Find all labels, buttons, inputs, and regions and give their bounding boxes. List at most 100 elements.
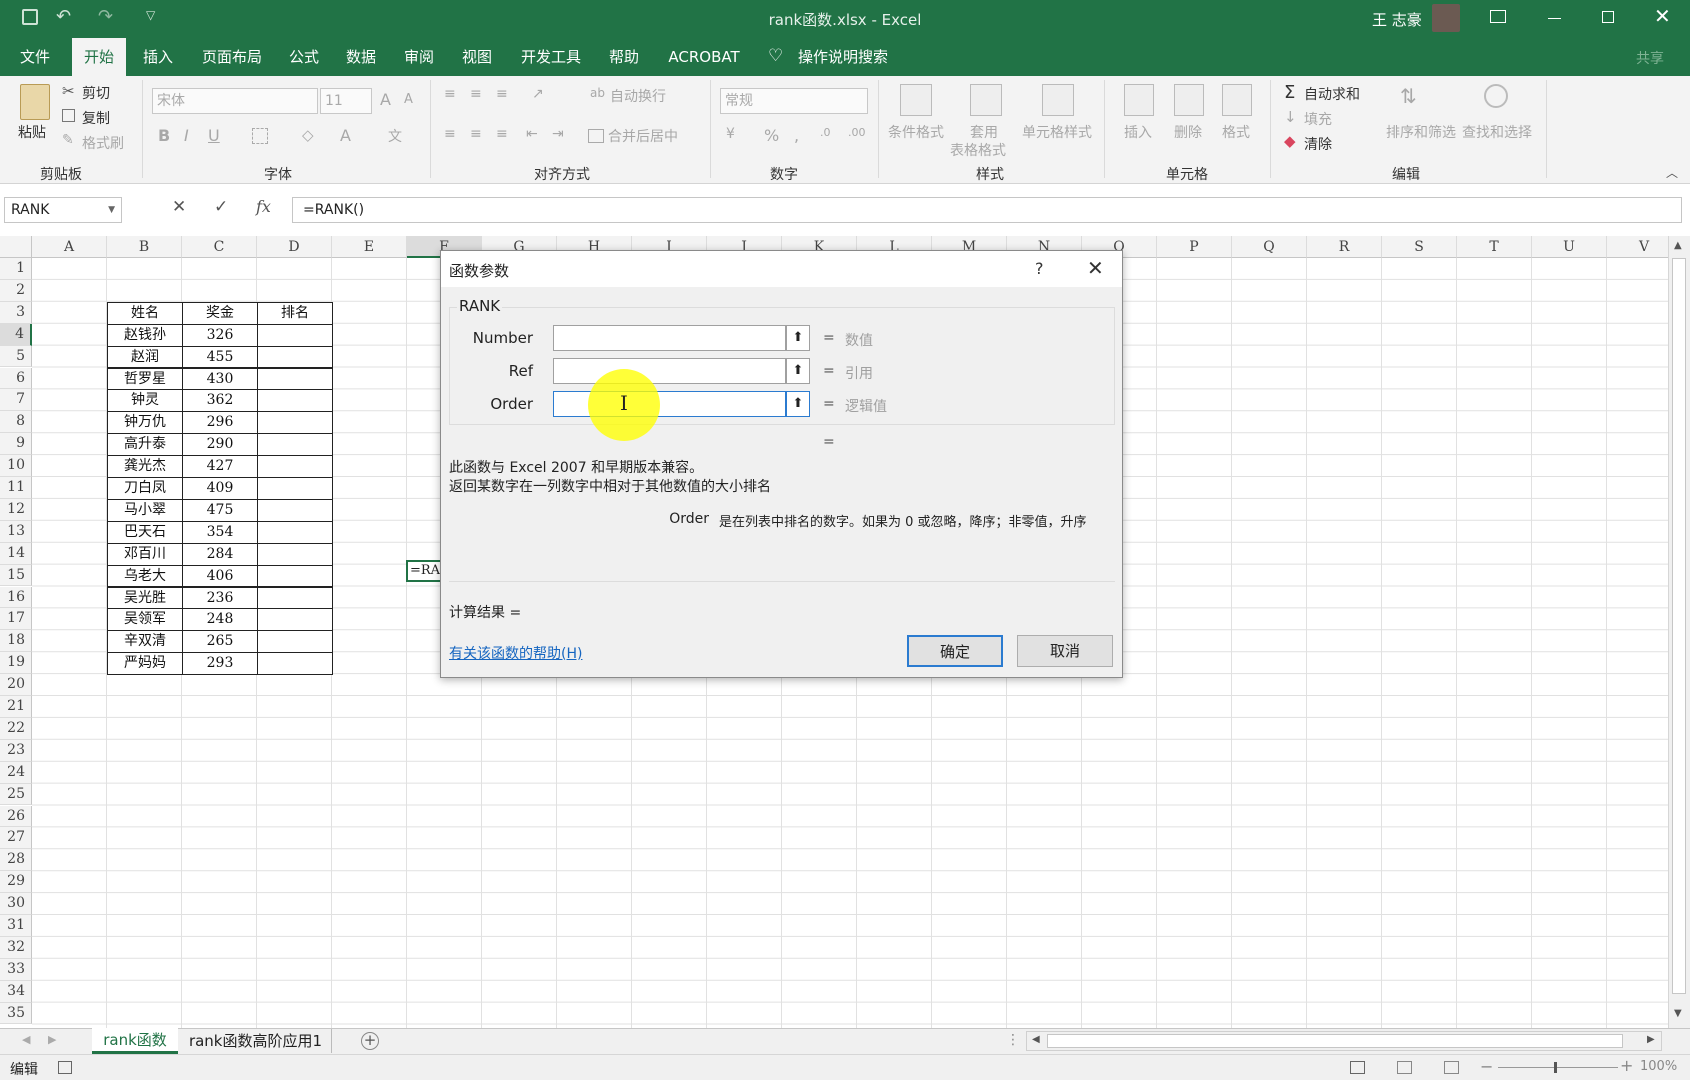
dialog-help-button[interactable]: ? (1035, 259, 1044, 278)
row-header-33[interactable]: 33 (0, 958, 32, 981)
name-cell[interactable]: 龚光杰 (107, 455, 183, 478)
conditional-format-icon[interactable] (900, 84, 932, 116)
cancel-button[interactable]: 取消 (1017, 635, 1113, 667)
row-header-17[interactable]: 17 (0, 608, 32, 631)
tab-page-layout[interactable]: 页面布局 (196, 38, 268, 76)
table-header-cell[interactable]: 奖金 (182, 301, 258, 325)
row-header-19[interactable]: 19 (0, 652, 32, 675)
wrap-text-icon[interactable]: ab (590, 86, 605, 100)
rank-cell[interactable] (257, 389, 333, 413)
column-header-s[interactable]: S (1382, 236, 1457, 258)
rank-cell[interactable] (257, 345, 333, 369)
tab-help[interactable]: 帮助 (602, 38, 646, 76)
bonus-cell[interactable]: 296 (182, 411, 258, 435)
next-sheet-icon[interactable]: ▶ (48, 1033, 56, 1046)
column-header-q[interactable]: Q (1232, 236, 1307, 258)
close-icon[interactable]: ✕ (1654, 4, 1671, 28)
row-header-31[interactable]: 31 (0, 915, 32, 937)
grow-font-icon[interactable]: A (380, 90, 391, 109)
decrease-decimal-icon[interactable]: .00 (848, 126, 866, 139)
tab-developer[interactable]: 开发工具 (514, 38, 588, 76)
currency-icon[interactable]: ¥ (726, 126, 735, 142)
bold-icon[interactable]: B (158, 126, 170, 145)
format-cells-button[interactable]: 格式 (1222, 122, 1250, 142)
bonus-cell[interactable]: 406 (182, 564, 258, 588)
rank-cell[interactable] (257, 630, 333, 654)
bonus-cell[interactable]: 284 (182, 542, 258, 566)
page-layout-view-icon[interactable] (1397, 1061, 1412, 1074)
scroll-thumb[interactable] (1672, 258, 1686, 994)
copy-icon[interactable] (62, 109, 75, 122)
bonus-cell[interactable]: 248 (182, 608, 258, 632)
scroll-up-icon[interactable]: ▲ (1674, 240, 1682, 251)
save-icon[interactable] (22, 9, 38, 25)
font-size-dropdown[interactable]: 11 (320, 88, 372, 114)
find-select-button[interactable]: 查找和选择 (1462, 122, 1532, 142)
tell-me-search[interactable]: 操作说明搜索 (796, 38, 890, 76)
tab-review[interactable]: 审阅 (398, 38, 440, 76)
column-header-p[interactable]: P (1157, 236, 1232, 258)
vertical-scrollbar[interactable]: ▲ ▼ (1668, 236, 1690, 1028)
cell-styles-icon[interactable] (1042, 84, 1074, 116)
cell-styles-button[interactable]: 单元格样式 (1022, 122, 1092, 142)
bonus-cell[interactable]: 326 (182, 323, 258, 347)
customize-qat-icon[interactable]: ▽ (146, 8, 155, 22)
hscroll-thumb[interactable] (1047, 1034, 1623, 1048)
bonus-cell[interactable]: 430 (182, 367, 258, 391)
merge-center-button[interactable]: 合并后居中 (608, 126, 678, 146)
zoom-level[interactable]: 100% (1640, 1059, 1677, 1074)
column-header-b[interactable]: B (107, 236, 182, 258)
rank-cell[interactable] (257, 498, 333, 522)
increase-indent-icon[interactable]: ⇥ (552, 126, 564, 142)
name-cell[interactable]: 严妈妈 (107, 652, 183, 676)
decrease-indent-icon[interactable]: ⇤ (526, 126, 538, 142)
tab-home[interactable]: 开始 (72, 38, 126, 76)
paste-button[interactable]: 粘贴 (18, 122, 46, 142)
align-middle-icon[interactable]: ≡ (470, 86, 482, 102)
tab-data[interactable]: 数据 (340, 38, 382, 76)
rank-cell[interactable] (257, 586, 333, 610)
delete-cells-icon[interactable] (1174, 84, 1204, 116)
sort-filter-icon[interactable]: ⇅ (1400, 84, 1417, 108)
column-header-d[interactable]: D (257, 236, 332, 258)
shrink-font-icon[interactable]: A (404, 92, 413, 107)
bonus-cell[interactable]: 409 (182, 477, 258, 500)
function-help-link[interactable]: 有关该函数的帮助(H) (449, 643, 582, 663)
align-center-icon[interactable]: ≡ (470, 126, 482, 142)
row-header-12[interactable]: 12 (0, 498, 32, 521)
row-header-27[interactable]: 27 (0, 827, 32, 850)
name-cell[interactable]: 赵钱孙 (107, 323, 183, 347)
insert-cells-icon[interactable] (1124, 84, 1154, 116)
merge-center-icon[interactable] (588, 129, 604, 143)
rank-cell[interactable] (257, 564, 333, 588)
name-box-dropdown-icon[interactable]: ▼ (108, 198, 115, 222)
prev-sheet-icon[interactable]: ◀ (22, 1033, 30, 1046)
row-header-25[interactable]: 25 (0, 783, 32, 806)
row-header-2[interactable]: 2 (0, 279, 32, 302)
underline-icon[interactable]: U (208, 126, 220, 145)
sheet-tab-rank-advanced[interactable]: rank函数高阶应用1 (180, 1029, 332, 1053)
clear-button[interactable]: 清除 (1304, 134, 1332, 154)
column-header-u[interactable]: U (1532, 236, 1607, 258)
rank-cell[interactable] (257, 652, 333, 676)
name-cell[interactable]: 马小翠 (107, 498, 183, 522)
cut-button[interactable]: 剪切 (82, 83, 110, 103)
bonus-cell[interactable]: 236 (182, 586, 258, 610)
name-cell[interactable]: 哲罗星 (107, 367, 183, 391)
column-header-c[interactable]: C (182, 236, 257, 258)
format-painter-icon[interactable]: ✎ (62, 132, 74, 148)
row-header-22[interactable]: 22 (0, 717, 32, 740)
row-header-16[interactable]: 16 (0, 586, 32, 609)
zoom-out-icon[interactable]: − (1480, 1057, 1493, 1076)
delete-cells-button[interactable]: 删除 (1174, 122, 1202, 142)
ref-input[interactable] (553, 358, 786, 384)
align-bottom-icon[interactable]: ≡ (496, 86, 508, 102)
add-sheet-icon[interactable]: + (361, 1032, 379, 1050)
bonus-cell[interactable]: 362 (182, 389, 258, 413)
conditional-format-button[interactable]: 条件格式 (888, 122, 944, 142)
row-header-11[interactable]: 11 (0, 477, 32, 499)
format-painter-button[interactable]: 格式刷 (82, 133, 124, 153)
restore-icon[interactable] (1602, 11, 1614, 23)
zoom-slider[interactable] (1498, 1067, 1618, 1068)
name-cell[interactable]: 吴光胜 (107, 586, 183, 610)
